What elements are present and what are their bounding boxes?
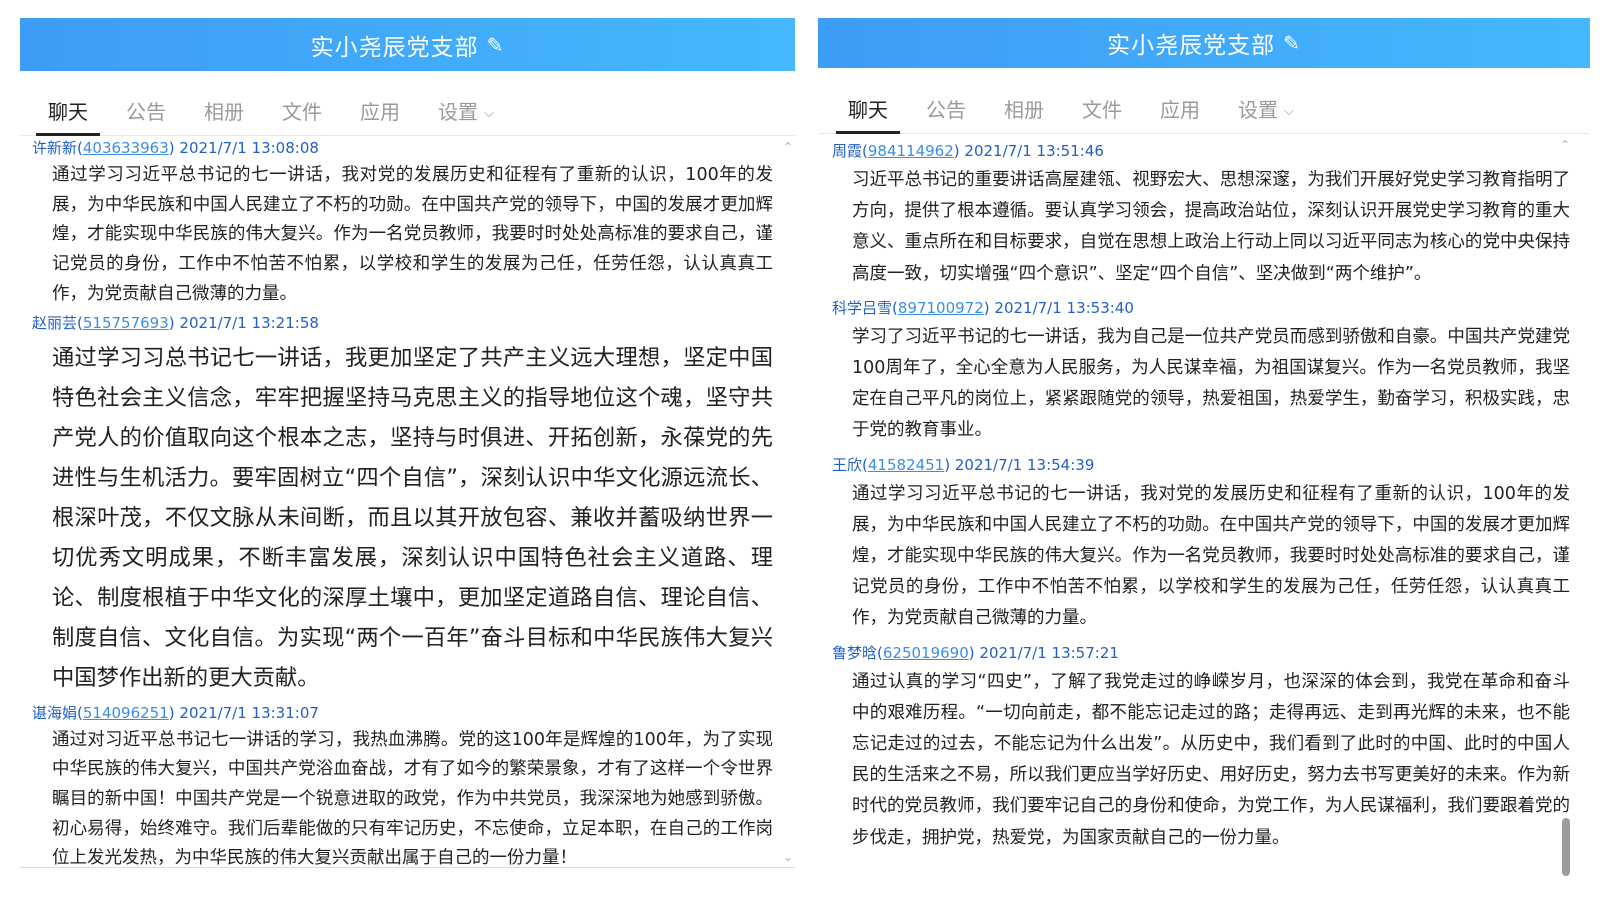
message-meta: 科学吕雪(897100972) 2021/7/1 13:53:40	[832, 298, 1134, 317]
message-list[interactable]: 许新新(403633963) 2021/7/1 13:08:08 通过学习习近平…	[20, 137, 795, 868]
sender-qq-link[interactable]: 514096251	[83, 704, 169, 722]
sender-qq-link[interactable]: 984114962	[868, 142, 954, 160]
tab-announcement[interactable]: 公告	[110, 96, 182, 135]
message-item: 赵丽芸(515757693) 2021/7/1 13:21:58 通过学习习总书…	[20, 312, 795, 702]
message-time: 2021/7/1 13:53:40	[994, 298, 1134, 317]
message-item: 谌海娟(514096251) 2021/7/1 13:31:07 通过对习近平总…	[20, 702, 795, 868]
message-time: 2021/7/1 13:08:08	[179, 139, 319, 157]
tab-apps[interactable]: 应用	[1144, 94, 1216, 133]
chevron-down-icon: ⌵	[484, 106, 494, 121]
message-item: 周霞(984114962) 2021/7/1 13:51:46 习近平总书记的重…	[818, 139, 1590, 292]
message-text: 通过学习习总书记七一讲话，我更加坚定了共产主义远大理想，坚定中国特色社会主义信念…	[52, 344, 773, 691]
tab-album[interactable]: 相册	[988, 94, 1060, 133]
tab-settings-label: 设置	[1238, 98, 1278, 122]
tab-files[interactable]: 文件	[1066, 94, 1138, 133]
tab-bar: 聊天 公告 相册 文件 应用 设置 ⌵	[20, 71, 795, 136]
message-item: 王欣(41582451) 2021/7/1 13:54:39 通过学习习近平总书…	[818, 453, 1590, 637]
sender-qq-link[interactable]: 897100972	[898, 299, 984, 317]
right-chat-window: 实小尧辰党支部 ✎ 聊天 公告 相册 文件 应用 设置 ⌵ ⌃ 周霞(984114…	[818, 18, 1590, 886]
message-meta: 谌海娟(514096251) 2021/7/1 13:31:07	[32, 703, 319, 722]
message-time: 2021/7/1 13:31:07	[179, 703, 319, 722]
message-time: 2021/7/1 13:57:21	[979, 643, 1119, 662]
scrollbar-thumb[interactable]	[1562, 818, 1570, 876]
sender-name[interactable]: 科学吕雪	[832, 299, 892, 317]
tab-bar: 聊天 公告 相册 文件 应用 设置 ⌵	[818, 68, 1590, 134]
sender-qq-link[interactable]: 41582451	[868, 456, 944, 474]
message-item: 许新新(403633963) 2021/7/1 13:08:08 通过学习习近平…	[20, 137, 795, 312]
edit-icon[interactable]: ✎	[1283, 31, 1301, 55]
sender-name[interactable]: 许新新	[32, 139, 77, 157]
sender-name[interactable]: 周霞	[832, 142, 862, 160]
tab-album[interactable]: 相册	[188, 96, 260, 135]
message-text: 通过学习习近平总书记的七一讲话，我对党的发展历史和征程有了重新的认识，100年的…	[52, 165, 773, 304]
tab-apps[interactable]: 应用	[344, 96, 416, 135]
message-time: 2021/7/1 13:21:58	[179, 313, 319, 332]
message-list[interactable]: 周霞(984114962) 2021/7/1 13:51:46 习近平总书记的重…	[818, 135, 1590, 864]
tab-chat[interactable]: 聊天	[32, 96, 104, 136]
group-header: 实小尧辰党支部 ✎	[20, 18, 795, 71]
sender-name[interactable]: 鲁梦晗	[832, 644, 877, 662]
tab-settings[interactable]: 设置 ⌵	[1222, 94, 1310, 133]
message-meta: 许新新(403633963) 2021/7/1 13:08:08	[32, 139, 319, 157]
sender-qq-link[interactable]: 515757693	[83, 314, 169, 332]
message-meta: 王欣(41582451) 2021/7/1 13:54:39	[832, 455, 1095, 474]
sender-name[interactable]: 王欣	[832, 456, 862, 474]
message-time: 2021/7/1 13:51:46	[964, 142, 1104, 160]
message-text: 习近平总书记的重要讲话高屋建瓴、视野宏大、思想深邃，为我们开展好党史学习教育指明…	[852, 170, 1570, 284]
message-time: 2021/7/1 13:54:39	[954, 455, 1095, 474]
tab-announcement[interactable]: 公告	[910, 94, 982, 133]
sender-name[interactable]: 赵丽芸	[32, 314, 77, 332]
message-text: 通过对习近平总书记七一讲话的学习，我热血沸腾。党的这100年是辉煌的100年，为…	[52, 729, 773, 868]
message-meta: 周霞(984114962) 2021/7/1 13:51:46	[832, 142, 1104, 160]
tab-chat[interactable]: 聊天	[832, 94, 904, 134]
edit-icon[interactable]: ✎	[487, 33, 505, 57]
message-text: 学习了习近平书记的七一讲话，我为自己是一位共产党员而感到骄傲和自豪。中国共产党建…	[852, 326, 1570, 441]
scroll-down-icon[interactable]: ⌄	[783, 850, 793, 864]
sender-qq-link[interactable]: 403633963	[83, 139, 169, 157]
message-meta: 赵丽芸(515757693) 2021/7/1 13:21:58	[32, 313, 319, 332]
left-chat-window: 实小尧辰党支部 ✎ 聊天 公告 相册 文件 应用 设置 ⌵ ⌃ 许新新(40363…	[20, 18, 795, 886]
message-item: 科学吕雪(897100972) 2021/7/1 13:53:40 学习了习近平…	[818, 296, 1590, 449]
message-text: 通过认真的学习“四史”，了解了我党走过的峥嵘岁月，也深深的体会到，我党在革命和奋…	[852, 671, 1570, 848]
tab-files[interactable]: 文件	[266, 96, 338, 135]
group-header: 实小尧辰党支部 ✎	[818, 18, 1590, 68]
sender-qq-link[interactable]: 625019690	[883, 644, 969, 662]
message-item: 鲁梦晗(625019690) 2021/7/1 13:57:21 通过认真的学习…	[818, 641, 1590, 856]
message-meta: 鲁梦晗(625019690) 2021/7/1 13:57:21	[832, 643, 1119, 662]
group-title: 实小尧辰党支部	[310, 34, 479, 61]
message-text: 通过学习习近平总书记的七一讲话，我对党的发展历史和征程有了重新的认识，100年的…	[852, 483, 1570, 629]
tab-settings-label: 设置	[438, 100, 478, 124]
chevron-down-icon: ⌵	[1284, 104, 1294, 119]
tab-settings[interactable]: 设置 ⌵	[422, 96, 510, 135]
sender-name[interactable]: 谌海娟	[32, 704, 77, 722]
group-title: 实小尧辰党支部	[1107, 33, 1276, 59]
